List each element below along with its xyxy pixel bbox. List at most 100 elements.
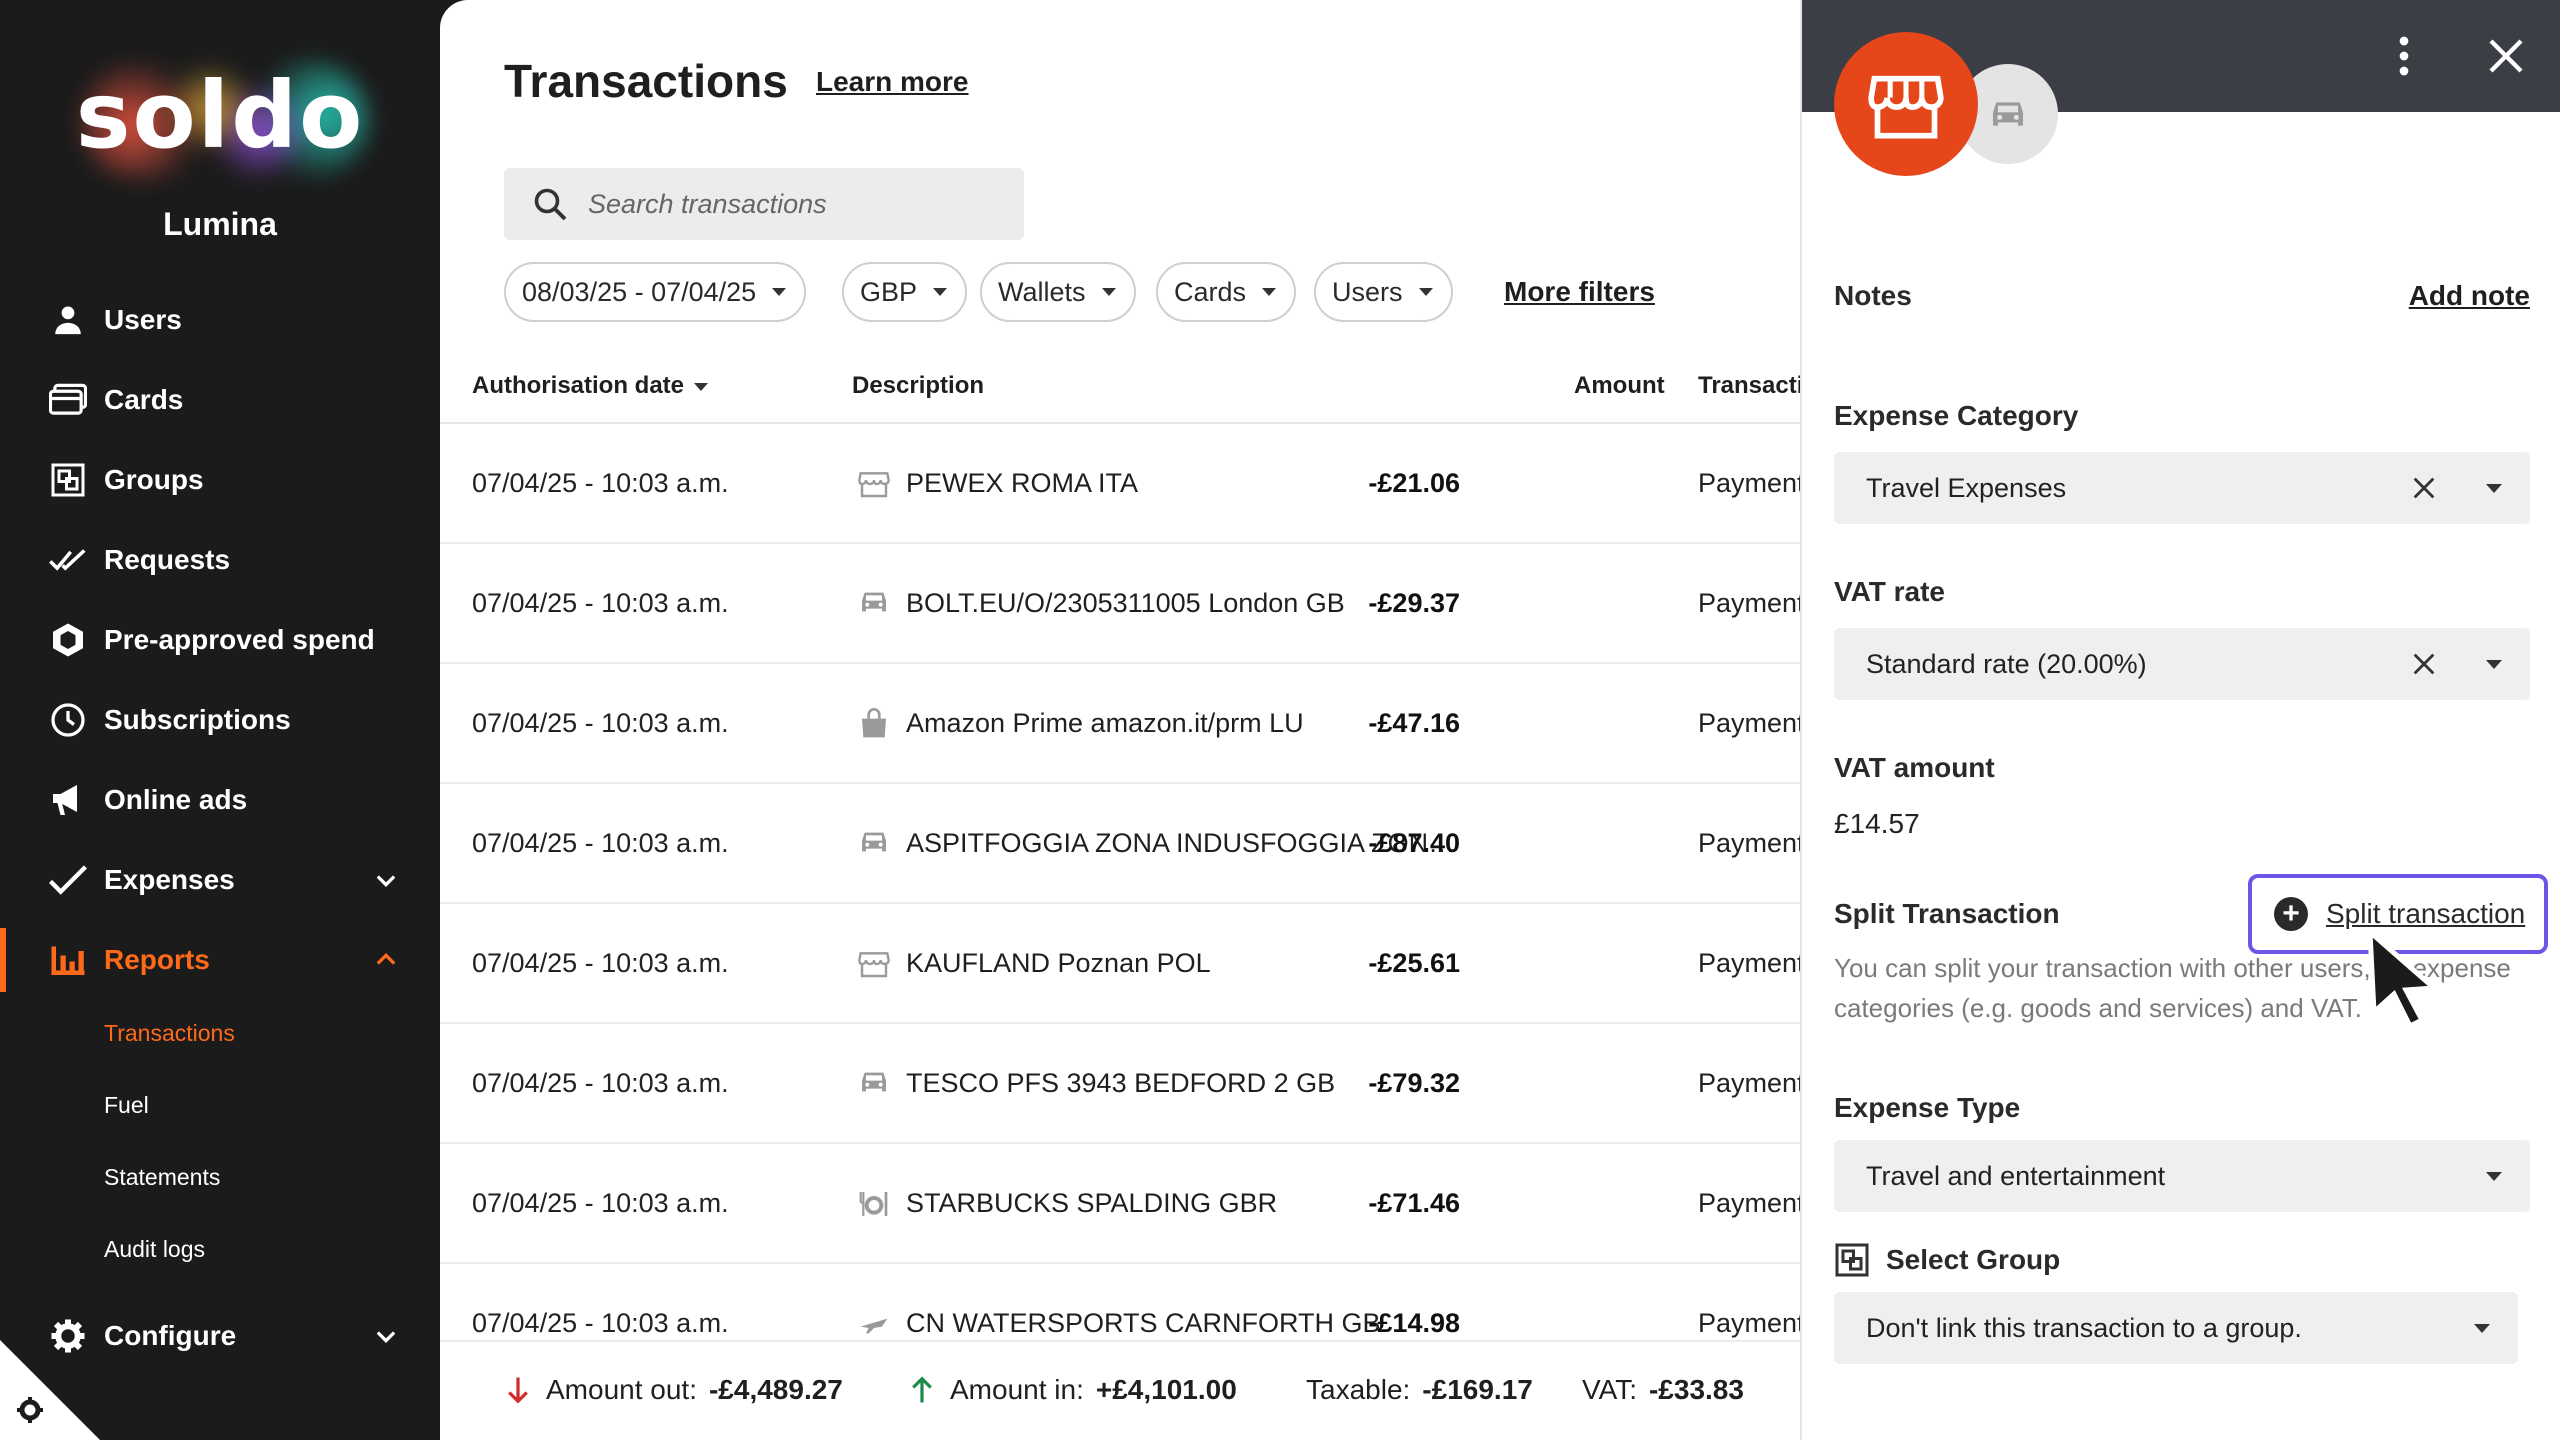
sidebar-item-requests[interactable]: Requests bbox=[0, 528, 440, 592]
vat-rate-label: VAT rate bbox=[1834, 576, 1945, 607]
add-note-link[interactable]: Add note bbox=[2409, 280, 2530, 312]
caret-down-icon bbox=[1418, 288, 1433, 296]
clear-icon[interactable] bbox=[2410, 474, 2438, 502]
sidebar-subitem-statements[interactable]: Statements bbox=[104, 1164, 220, 1191]
clear-icon[interactable] bbox=[2410, 650, 2438, 678]
filter-label: Users bbox=[1332, 276, 1403, 307]
row-date: 07/04/25 - 10:03 a.m. bbox=[472, 468, 729, 498]
caret-down-icon bbox=[933, 288, 948, 296]
table-row[interactable]: 07/04/25 - 10:03 a.m. STARBUCKS SPALDING … bbox=[440, 1144, 1800, 1264]
search-box[interactable] bbox=[504, 168, 1024, 240]
row-amount: -£29.37 bbox=[1368, 588, 1460, 618]
more-filters-link[interactable]: More filters bbox=[1504, 276, 1655, 308]
taxable-total: Taxable: -£169.17 bbox=[1306, 1374, 1533, 1406]
select-value: Travel and entertainment bbox=[1866, 1160, 2166, 1191]
row-type: Payment bbox=[1698, 588, 1800, 618]
sidebar-item-pre-approved-spend[interactable]: Pre-approved spend bbox=[0, 608, 440, 672]
sidebar-subitem-fuel[interactable]: Fuel bbox=[104, 1092, 149, 1119]
sidebar-item-subscriptions[interactable]: Subscriptions bbox=[0, 688, 440, 752]
sidebar-item-cards[interactable]: Cards bbox=[0, 368, 440, 432]
car-icon bbox=[1993, 102, 2023, 126]
search-input[interactable] bbox=[588, 188, 988, 220]
sidebar-item-label: Pre-approved spend bbox=[104, 624, 375, 655]
settings-corner-button[interactable] bbox=[0, 1340, 100, 1440]
sidebar-subitem-audit-logs[interactable]: Audit logs bbox=[104, 1236, 205, 1263]
vat-value: -£33.83 bbox=[1648, 1374, 1744, 1405]
table-row[interactable]: 07/04/25 - 10:03 a.m. KAUFLAND Poznan POL… bbox=[440, 904, 1800, 1024]
cards-filter[interactable]: Cards bbox=[1156, 262, 1297, 322]
table-row[interactable]: 07/04/25 - 10:03 a.m. Amazon Prime amazon… bbox=[440, 664, 1800, 784]
filter-label: GBP bbox=[860, 276, 918, 307]
car-icon bbox=[858, 828, 890, 860]
select-group-select[interactable]: Don't link this transaction to a group. bbox=[1834, 1292, 2518, 1364]
taxable-label: Taxable: bbox=[1306, 1374, 1411, 1405]
transaction-detail-panel: Notes Add note Expense Category Travel E… bbox=[1800, 0, 2560, 1440]
split-transaction-button-label: Split transaction bbox=[2326, 898, 2526, 929]
sidebar: soldo Lumina Users Cards Groups Requests… bbox=[0, 0, 440, 1440]
amount-in-value: +£4,101.00 bbox=[1095, 1374, 1237, 1405]
more-options-icon[interactable] bbox=[2392, 36, 2416, 76]
groups-icon bbox=[1835, 1243, 1869, 1277]
store-icon bbox=[1868, 75, 1944, 139]
learn-more-link[interactable]: Learn more bbox=[816, 66, 969, 98]
soldo-logo: soldo bbox=[60, 50, 380, 190]
sidebar-subitem-transactions[interactable]: Transactions bbox=[104, 1020, 235, 1047]
currency-filter[interactable]: GBP bbox=[842, 262, 968, 322]
amount-in-label: Amount in: bbox=[950, 1374, 1084, 1405]
vat-rate-select[interactable]: Standard rate (20.00%) bbox=[1834, 628, 2530, 700]
wallets-filter[interactable]: Wallets bbox=[980, 262, 1136, 322]
amount-out-value: -£4,489.27 bbox=[708, 1374, 843, 1405]
sidebar-item-expenses[interactable]: Expenses bbox=[0, 848, 440, 912]
column-header-type: Transacti bbox=[1698, 372, 1800, 399]
chevron-up-icon bbox=[376, 953, 396, 965]
check-icon bbox=[48, 860, 88, 900]
sidebar-item-label: Expenses bbox=[104, 864, 235, 895]
users-filter[interactable]: Users bbox=[1314, 262, 1453, 322]
table-row[interactable]: 07/04/25 - 10:03 a.m. ASPITFOGGIA ZONA IN… bbox=[440, 784, 1800, 904]
amount-in: Amount in: +£4,101.00 bbox=[908, 1374, 1237, 1406]
store-icon bbox=[858, 948, 890, 980]
filter-label: Cards bbox=[1174, 276, 1247, 307]
expense-category-label: Expense Category bbox=[1834, 400, 2079, 431]
column-header-date[interactable]: Authorisation date bbox=[472, 372, 709, 400]
row-date: 07/04/25 - 10:03 a.m. bbox=[472, 708, 729, 738]
expense-category-select[interactable]: Travel Expenses bbox=[1834, 452, 2530, 524]
shopping-bag-icon bbox=[858, 708, 890, 740]
expense-type-select[interactable]: Travel and entertainment bbox=[1834, 1140, 2530, 1212]
car-icon bbox=[858, 588, 890, 620]
sidebar-item-label: Groups bbox=[104, 464, 204, 495]
plane-icon bbox=[858, 1308, 890, 1340]
table-row[interactable]: 07/04/25 - 10:03 a.m. PEWEX ROMA ITA -£21.… bbox=[440, 424, 1800, 544]
taxable-value: -£169.17 bbox=[1422, 1374, 1533, 1405]
column-header-description: Description bbox=[852, 372, 985, 399]
date-range-filter[interactable]: 08/03/25 - 07/04/25 bbox=[504, 262, 807, 322]
row-type: Payment bbox=[1698, 468, 1800, 498]
select-group-label: Select Group bbox=[1886, 1244, 2061, 1275]
arrow-down-icon bbox=[508, 1377, 528, 1404]
chevron-down-icon bbox=[376, 1331, 396, 1343]
row-amount: -£71.46 bbox=[1368, 1188, 1460, 1218]
totals-bar: Amount out: -£4,489.27 Amount in: +£4,101.… bbox=[440, 1340, 1800, 1440]
close-icon[interactable] bbox=[2486, 36, 2526, 76]
page-title: Transactions bbox=[504, 55, 788, 107]
caret-down-icon bbox=[2486, 1172, 2502, 1181]
chevron-down-icon bbox=[376, 875, 396, 887]
row-date: 07/04/25 - 10:03 a.m. bbox=[472, 588, 729, 618]
sidebar-item-groups[interactable]: Groups bbox=[0, 448, 440, 512]
vat-amount-value: £14.57 bbox=[1834, 808, 1920, 839]
table-row[interactable]: 07/04/25 - 10:03 a.m. BOLT.EU/O/230531100… bbox=[440, 544, 1800, 664]
caret-down-icon bbox=[1101, 288, 1116, 296]
row-amount: -£21.06 bbox=[1368, 468, 1460, 498]
sidebar-item-online-ads[interactable]: Online ads bbox=[0, 768, 440, 832]
row-date: 07/04/25 - 10:03 a.m. bbox=[472, 1308, 729, 1338]
table-row[interactable]: 07/04/25 - 10:03 a.m. TESCO PFS 3943 BEDF… bbox=[440, 1024, 1800, 1144]
amount-out-label: Amount out: bbox=[546, 1374, 697, 1405]
row-amount: -£25.61 bbox=[1368, 948, 1460, 978]
user-icon bbox=[48, 300, 88, 340]
sidebar-item-users[interactable]: Users bbox=[0, 288, 440, 352]
sidebar-item-reports[interactable]: Reports bbox=[0, 928, 440, 992]
row-date: 07/04/25 - 10:03 a.m. bbox=[472, 948, 729, 978]
sidebar-item-label: Cards bbox=[104, 384, 184, 415]
sidebar-item-label: Users bbox=[104, 304, 182, 335]
caret-down-icon bbox=[2474, 1324, 2490, 1333]
